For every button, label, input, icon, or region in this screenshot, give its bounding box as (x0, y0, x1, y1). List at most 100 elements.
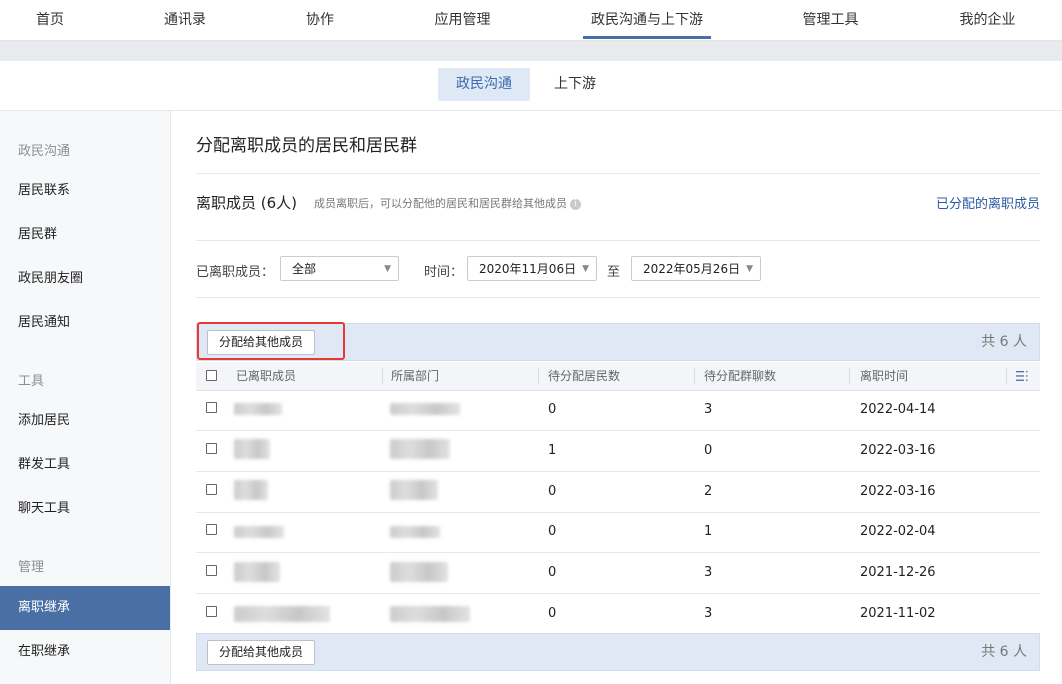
sidebar-item-chat-tool[interactable]: 聊天工具 (0, 487, 170, 531)
sidebar-item-resigned-inherit[interactable]: 离职继承 (0, 586, 170, 630)
row-checkbox[interactable] (206, 402, 217, 413)
resign-date: 2021-12-26 (860, 565, 936, 580)
pending-residents: 0 (548, 484, 557, 499)
pending-groups: 1 (704, 524, 713, 539)
section-hint: 成员离职后，可以分配他的居民和居民群给其他成员 i (314, 195, 581, 211)
member-name-blurred (234, 403, 282, 415)
resign-date: 2022-03-16 (860, 484, 936, 499)
row-checkbox[interactable] (206, 443, 217, 454)
sidebar: 政民沟通 居民联系 居民群 政民朋友圈 居民通知 工具 添加居民 群发工具 聊天… (0, 111, 171, 684)
row-checkbox[interactable] (206, 565, 217, 576)
pending-groups: 0 (704, 443, 713, 458)
row-checkbox[interactable] (206, 484, 217, 495)
nav-app-management[interactable]: 应用管理 (420, 0, 505, 40)
assigned-members-link[interactable]: 已分配的离职成员 (936, 193, 1040, 212)
to-label: 至 (607, 265, 621, 280)
nav-home[interactable]: 首页 (20, 0, 80, 40)
sidebar-item-onjob-inherit[interactable]: 在职继承 (0, 630, 170, 674)
member-name-blurred (234, 526, 284, 538)
table-row: 0 2 2022-03-16 (196, 472, 1040, 513)
section-hint-text: 成员离职后，可以分配他的居民和居民群给其他成员 (314, 197, 567, 210)
resign-date: 2022-03-16 (860, 443, 936, 458)
header-band (0, 41, 1062, 61)
page-title: 分配离职成员的居民和居民群 (196, 136, 417, 156)
column-settings-icon[interactable] (1016, 370, 1028, 382)
table-toolbar-bottom: 分配给其他成员 共 6 人 (196, 633, 1040, 671)
tab-gov-comm[interactable]: 政民沟通 (438, 68, 530, 101)
end-date-value: 2022年05月26日 (643, 262, 741, 276)
divider (196, 173, 1040, 174)
resign-date: 2021-11-02 (860, 606, 936, 621)
total-count: 共 6 人 (981, 334, 1027, 350)
top-nav: 首页 通讯录 协作 应用管理 政民沟通与上下游 管理工具 我的企业 (0, 0, 1062, 41)
sidebar-item-resident-contact[interactable]: 居民联系 (0, 169, 170, 213)
assign-to-others-button[interactable]: 分配给其他成员 (207, 330, 316, 355)
table-toolbar-top: 分配给其他成员 共 6 人 (196, 323, 1040, 361)
table-row: 0 1 2022-02-04 (196, 512, 1040, 553)
start-date-select[interactable]: 2020年11月06日 ▼ (467, 256, 597, 281)
pending-residents: 0 (548, 565, 557, 580)
member-name-blurred (234, 439, 270, 459)
member-name-blurred (234, 562, 280, 582)
info-icon[interactable]: i (570, 198, 581, 210)
nav-collaboration[interactable]: 协作 (290, 0, 350, 40)
member-filter-label: 已离职成员： (196, 265, 275, 280)
member-name-blurred (234, 606, 330, 622)
col-pending-residents: 待分配居民数 (548, 369, 621, 383)
pending-residents: 0 (548, 606, 557, 621)
resign-date: 2022-02-04 (860, 524, 936, 539)
divider (196, 297, 1040, 298)
nav-gov-comm-upstream-label: 政民沟通与上下游 (591, 12, 703, 28)
column-separator (382, 368, 383, 384)
department-blurred (390, 562, 448, 582)
resign-date: 2022-04-14 (860, 402, 936, 417)
nav-my-enterprise[interactable]: 我的企业 (945, 0, 1030, 40)
tab-upstream-downstream[interactable]: 上下游 (538, 68, 612, 101)
caret-down-icon: ▼ (746, 264, 753, 274)
member-name-blurred (234, 480, 268, 500)
sidebar-item-moments[interactable]: 政民朋友圈 (0, 257, 170, 301)
nav-contacts[interactable]: 通讯录 (150, 0, 220, 40)
pending-residents: 0 (548, 402, 557, 417)
nav-management-tools[interactable]: 管理工具 (788, 0, 873, 40)
sidebar-item-resident-group[interactable]: 居民群 (0, 213, 170, 257)
sidebar-section-management: 管理 (18, 560, 45, 575)
divider (196, 240, 1040, 241)
table-header: 已离职成员 所属部门 待分配居民数 待分配群聊数 离职时间 (196, 362, 1040, 391)
department-blurred (390, 526, 440, 538)
member-filter-select[interactable]: 全部 ▼ (280, 256, 399, 281)
col-resign-date: 离职时间 (860, 369, 909, 383)
column-separator (538, 368, 539, 384)
row-checkbox[interactable] (206, 524, 217, 535)
department-blurred (390, 606, 470, 622)
column-separator (849, 368, 850, 384)
pending-groups: 3 (704, 565, 713, 580)
time-filter-label: 时间： (424, 265, 464, 280)
table-row: 0 3 2021-11-02 (196, 594, 1040, 635)
col-pending-groups: 待分配群聊数 (704, 369, 777, 383)
sidebar-item-add-resident[interactable]: 添加居民 (0, 399, 170, 443)
pending-groups: 2 (704, 484, 713, 499)
caret-down-icon: ▼ (384, 264, 391, 274)
table-row: 0 3 2021-12-26 (196, 553, 1040, 594)
sidebar-item-resident-notice[interactable]: 居民通知 (0, 301, 170, 345)
assign-to-others-button-bottom[interactable]: 分配给其他成员 (207, 640, 316, 665)
select-all-checkbox[interactable] (206, 370, 217, 381)
main-content: 分配离职成员的居民和居民群 离职成员 (6人) 成员离职后，可以分配他的居民和居… (171, 111, 1062, 684)
row-checkbox[interactable] (206, 606, 217, 617)
table-row: 1 0 2022-03-16 (196, 431, 1040, 472)
total-count-bottom: 共 6 人 (981, 644, 1027, 660)
nav-gov-comm-upstream[interactable]: 政民沟通与上下游 (583, 0, 711, 40)
caret-down-icon: ▼ (582, 264, 589, 274)
sidebar-section-gov-comm: 政民沟通 (18, 144, 71, 159)
department-blurred (390, 439, 450, 459)
column-separator (694, 368, 695, 384)
pending-groups: 3 (704, 606, 713, 621)
sub-nav: 政民沟通 上下游 (0, 61, 1062, 111)
member-filter-value: 全部 (292, 262, 317, 276)
department-blurred (390, 480, 438, 500)
column-separator (1006, 368, 1007, 384)
end-date-select[interactable]: 2022年05月26日 ▼ (631, 256, 761, 281)
section-title: 离职成员 (6人) (196, 194, 298, 212)
sidebar-item-broadcast-tool[interactable]: 群发工具 (0, 443, 170, 487)
